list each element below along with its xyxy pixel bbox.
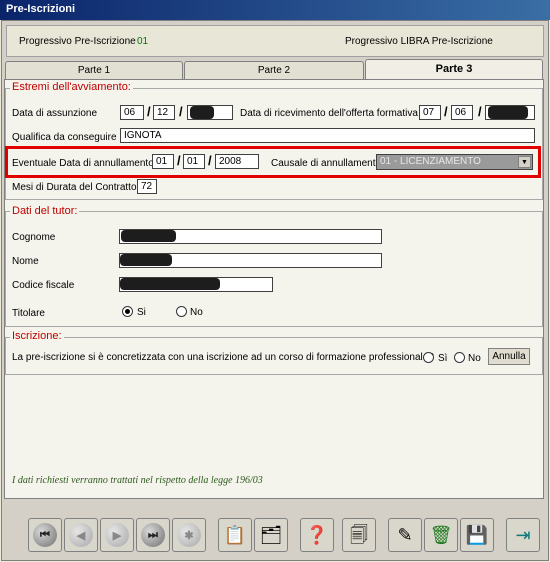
delete-button[interactable]: 🗑 — [424, 518, 458, 552]
privacy-note: I dati richiesti verranno trattati nel r… — [12, 475, 263, 486]
save-button[interactable]: 💾 — [460, 518, 494, 552]
data-ricevimento-label: Data di ricevimento dell'offerta formati… — [240, 108, 418, 119]
report-button[interactable]: 📋 — [218, 518, 252, 552]
help-icon: ❓ — [305, 525, 329, 545]
progressivo-value: 01 — [137, 36, 149, 47]
last-icon: ⏭ — [141, 523, 165, 547]
window-title-bar: Pre-Iscrizioni — [0, 0, 550, 20]
save-icon: 💾 — [465, 525, 489, 545]
new-icon: ✱ — [177, 523, 201, 547]
iscrizione-no-radio[interactable] — [454, 352, 465, 363]
causale-select[interactable]: 01 - LICENZIAMENTO ▼ — [376, 154, 533, 170]
first-icon: ⏮ — [33, 523, 57, 547]
previous-record-button[interactable]: ◀ — [64, 518, 98, 552]
tab-label: Parte 3 — [435, 63, 473, 75]
redaction-mark — [120, 278, 220, 290]
help-button[interactable]: ❓ — [300, 518, 334, 552]
libra-label: Progressivo LIBRA Pre-Iscrizione — [345, 36, 493, 47]
iscrizione-question: La pre-iscrizione si è concretizzata con… — [12, 352, 434, 363]
tab-label: Parte 1 — [77, 65, 111, 76]
causale-value: 01 - LICENZIAMENTO — [380, 156, 481, 167]
next-record-button[interactable]: ▶ — [100, 518, 134, 552]
titolare-no-label: No — [190, 307, 203, 318]
iscrizione-no-label: No — [468, 353, 481, 364]
iscrizione-si-label: Sì — [438, 353, 448, 364]
chevron-down-icon[interactable]: ▼ — [518, 156, 531, 168]
archive-button[interactable]: 🗂 — [254, 518, 288, 552]
annullamento-label: Eventuale Data di annullamento — [12, 158, 154, 169]
annullamento-year-field[interactable]: 2008 — [215, 154, 259, 169]
archive-icon: 🗂 — [259, 525, 283, 545]
nome-label: Nome — [12, 256, 39, 267]
redaction-mark — [488, 106, 528, 119]
annulla-button[interactable]: Annulla — [488, 348, 530, 365]
prev-icon: ◀ — [69, 523, 93, 547]
codice-fiscale-label: Codice fiscale — [12, 280, 75, 291]
titolare-si-label: Si — [137, 307, 146, 318]
date-separator: / — [147, 104, 151, 119]
iscrizione-si-radio[interactable] — [423, 352, 434, 363]
info-bar: Progressivo Pre-Iscrizione 01 Progressiv… — [6, 25, 544, 57]
tab-label: Parte 2 — [257, 65, 291, 76]
date-separator: / — [208, 153, 212, 168]
date-separator: / — [177, 153, 181, 168]
documents-icon: 🗐 — [350, 525, 368, 545]
redaction-mark — [121, 230, 176, 242]
report-icon: 📋 — [223, 525, 247, 545]
date-separator: / — [179, 104, 183, 119]
qualifica-label: Qualifica da conseguire — [12, 132, 117, 143]
causale-label: Causale di annullamento — [271, 158, 382, 169]
delete-icon: 🗑 — [429, 525, 453, 545]
annullamento-day-field[interactable]: 01 — [152, 154, 174, 169]
data-assunzione-month-field[interactable]: 12 — [153, 105, 175, 120]
redaction-mark — [120, 254, 172, 266]
last-record-button[interactable]: ⏭ — [136, 518, 170, 552]
data-assunzione-label: Data di assunzione — [12, 108, 98, 119]
data-ricevimento-day-field[interactable]: 07 — [419, 105, 441, 120]
avviamento-legend: Estremi dell'avviamento: — [10, 81, 133, 93]
titolare-si-radio[interactable] — [122, 306, 133, 317]
tab-parte-1[interactable]: Parte 1 — [5, 61, 183, 79]
date-separator: / — [444, 104, 448, 119]
documents-button[interactable]: 🗐 — [342, 518, 376, 552]
next-icon: ▶ — [105, 523, 129, 547]
exit-icon: ⇥ — [515, 525, 531, 545]
window-title: Pre-Iscrizioni — [6, 3, 76, 15]
annullamento-month-field[interactable]: 01 — [183, 154, 205, 169]
titolare-label: Titolare — [12, 308, 45, 319]
edit-button[interactable]: ✎ — [388, 518, 422, 552]
data-ricevimento-month-field[interactable]: 06 — [451, 105, 473, 120]
mesi-label: Mesi di Durata del Contratto — [12, 182, 137, 193]
tutor-legend: Dati del tutor: — [10, 205, 80, 217]
iscrizione-legend: Iscrizione: — [10, 330, 64, 342]
cognome-label: Cognome — [12, 232, 56, 243]
titolare-no-radio[interactable] — [176, 306, 187, 317]
new-record-button[interactable]: ✱ — [172, 518, 206, 552]
exit-button[interactable]: ⇥ — [506, 518, 540, 552]
tab-parte-3[interactable]: Parte 3 — [365, 59, 543, 81]
first-record-button[interactable]: ⏮ — [28, 518, 62, 552]
tab-parte-2[interactable]: Parte 2 — [184, 61, 364, 79]
date-separator: / — [478, 104, 482, 119]
progressivo-label: Progressivo Pre-Iscrizione — [19, 36, 136, 47]
mesi-field[interactable]: 72 — [137, 179, 157, 194]
qualifica-field[interactable]: IGNOTA — [120, 128, 535, 143]
edit-icon: ✎ — [397, 525, 413, 545]
data-assunzione-day-field[interactable]: 06 — [120, 105, 144, 120]
redaction-mark — [190, 106, 214, 119]
